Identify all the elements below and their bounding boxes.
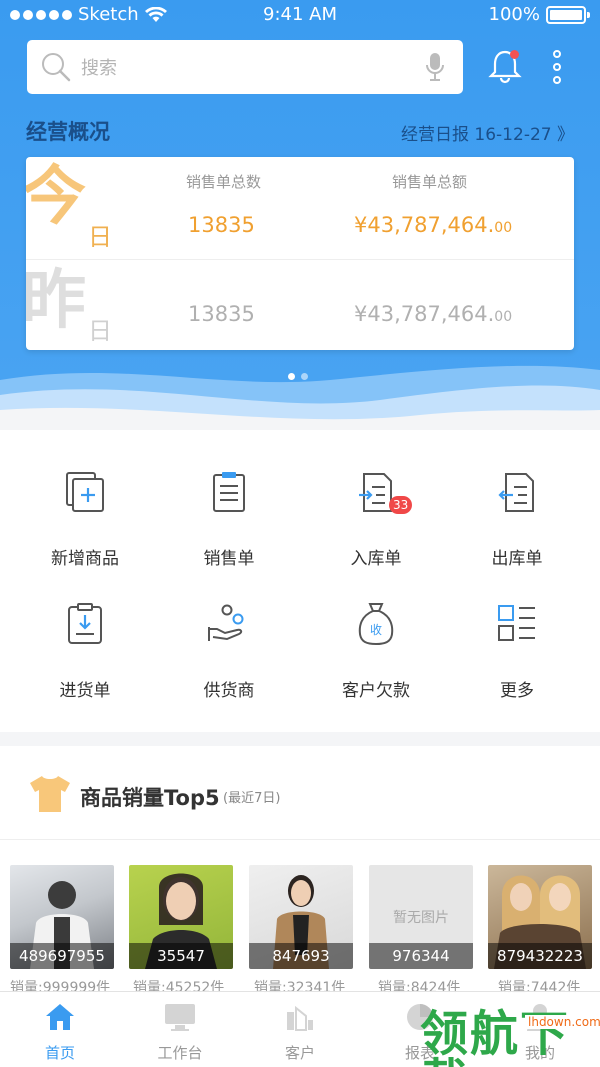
search-input[interactable]: 搜索 bbox=[81, 54, 463, 80]
grid-item-outbound-order[interactable]: 出库单 bbox=[442, 466, 592, 569]
sales-order-icon bbox=[213, 472, 245, 512]
overview-card[interactable]: 销售单总数 销售单总额 今 日 13835 ¥43,787,464.00 昨 日… bbox=[26, 157, 574, 350]
tab-label: 工作台 bbox=[157, 1044, 203, 1062]
grid-label: 更多 bbox=[500, 681, 534, 701]
pager-dot-active[interactable] bbox=[288, 373, 295, 380]
yesterday-amount: ¥43,787,464.00 bbox=[354, 302, 512, 326]
col-header-amount: 销售单总额 bbox=[392, 173, 468, 191]
monitor-icon bbox=[165, 1004, 195, 1031]
product-card[interactable]: 847693 bbox=[249, 865, 353, 969]
product-code: 35547 bbox=[129, 943, 233, 969]
today-amount-main: ¥43,787,464. bbox=[354, 213, 495, 237]
supplier-icon bbox=[208, 604, 244, 641]
grid-item-purchase-order[interactable]: 进货单 bbox=[10, 598, 160, 701]
yesterday-char: 昨 bbox=[26, 264, 86, 338]
grid-label: 销售单 bbox=[203, 549, 255, 569]
tab-home[interactable]: 首页 bbox=[0, 1002, 120, 1063]
grid-item-supplier[interactable]: 供货商 bbox=[154, 598, 304, 701]
product-card[interactable]: 35547 bbox=[129, 865, 233, 969]
top5-section: 商品销量Top5 (最近7日) 489697955 35547 847693 暂… bbox=[0, 746, 600, 1006]
tab-customer[interactable]: 客户 bbox=[240, 1002, 360, 1063]
customer-debt-icon: 收 bbox=[358, 603, 394, 646]
tshirt-icon bbox=[30, 776, 70, 812]
grid-label: 出库单 bbox=[491, 549, 543, 569]
outbound-order-icon bbox=[498, 473, 534, 512]
product-code: 489697955 bbox=[10, 943, 114, 969]
tab-workbench[interactable]: 工作台 bbox=[120, 1002, 240, 1063]
microphone-icon[interactable] bbox=[425, 52, 445, 82]
grid-label: 进货单 bbox=[59, 681, 111, 701]
yesterday-count: 13835 bbox=[188, 302, 255, 326]
inbound-badge: 33 bbox=[389, 496, 413, 514]
wave-decoration bbox=[0, 365, 600, 430]
no-image-placeholder: 暂无图片 bbox=[393, 910, 449, 926]
today-char: 今 bbox=[26, 160, 86, 234]
yesterday-amount-cents: 00 bbox=[494, 309, 513, 325]
more-menu-icon[interactable] bbox=[553, 50, 561, 84]
top5-subtitle: (最近7日) bbox=[223, 791, 281, 806]
today-amount-cents: 00 bbox=[494, 220, 513, 236]
yesterday-amount-main: ¥43,787,464. bbox=[354, 302, 495, 326]
search-bar[interactable]: 搜索 bbox=[27, 40, 463, 94]
watermark-url: lhdown.com bbox=[525, 1015, 600, 1029]
product-card[interactable]: 879432223 bbox=[488, 865, 592, 969]
grid-label: 客户欠款 bbox=[342, 681, 410, 701]
battery-icon bbox=[546, 5, 590, 24]
grid-item-customer-debt[interactable]: 收 客户欠款 bbox=[301, 598, 451, 701]
top5-title: 商品销量Top5 bbox=[80, 786, 220, 810]
add-product-icon bbox=[66, 472, 104, 512]
grid-label: 新增商品 bbox=[51, 549, 119, 569]
notification-dot bbox=[510, 50, 519, 59]
grid-item-add-product[interactable]: 新增商品 bbox=[10, 466, 160, 569]
product-card[interactable]: 暂无图片 976344 bbox=[369, 865, 473, 969]
grid-item-inbound-order[interactable]: 33 入库单 bbox=[301, 466, 451, 569]
yesterday-char-small: 日 bbox=[88, 317, 112, 345]
grid-item-more[interactable]: 更多 bbox=[442, 598, 592, 701]
overview-title: 经营概况 bbox=[26, 120, 110, 144]
pager-dot[interactable] bbox=[301, 373, 308, 380]
search-icon bbox=[42, 53, 71, 82]
product-code: 879432223 bbox=[488, 943, 592, 969]
product-code: 976344 bbox=[369, 943, 473, 969]
grid-label: 供货商 bbox=[203, 681, 255, 701]
carousel-pager[interactable] bbox=[288, 373, 308, 380]
product-code: 847693 bbox=[249, 943, 353, 969]
col-header-count: 销售单总数 bbox=[186, 173, 262, 191]
function-grid: 新增商品 销售单 33 入库单 出库单 进货单 供货商 收 客户欠款 更多 bbox=[0, 430, 600, 732]
daily-report-link[interactable]: 经营日报 16-12-27 》 bbox=[401, 120, 574, 145]
customer-icon bbox=[287, 1005, 313, 1031]
tab-label: 客户 bbox=[284, 1044, 315, 1062]
today-count: 13835 bbox=[188, 213, 255, 237]
product-card[interactable]: 489697955 bbox=[10, 865, 114, 969]
more-grid-icon bbox=[498, 605, 535, 641]
home-icon bbox=[46, 1004, 74, 1030]
purchase-order-icon bbox=[68, 603, 102, 644]
today-char-small: 日 bbox=[88, 223, 112, 251]
grid-label: 入库单 bbox=[350, 549, 402, 569]
card-divider bbox=[26, 259, 574, 260]
svg-text:收: 收 bbox=[370, 623, 382, 637]
battery-percent: 100% bbox=[488, 4, 540, 25]
top5-header: 商品销量Top5 (最近7日) bbox=[0, 746, 600, 840]
tab-label: 首页 bbox=[44, 1044, 75, 1062]
status-bar: Sketch 9:41 AM 100% bbox=[0, 0, 600, 30]
today-amount: ¥43,787,464.00 bbox=[354, 213, 512, 237]
grid-item-sales-order[interactable]: 销售单 bbox=[154, 466, 304, 569]
